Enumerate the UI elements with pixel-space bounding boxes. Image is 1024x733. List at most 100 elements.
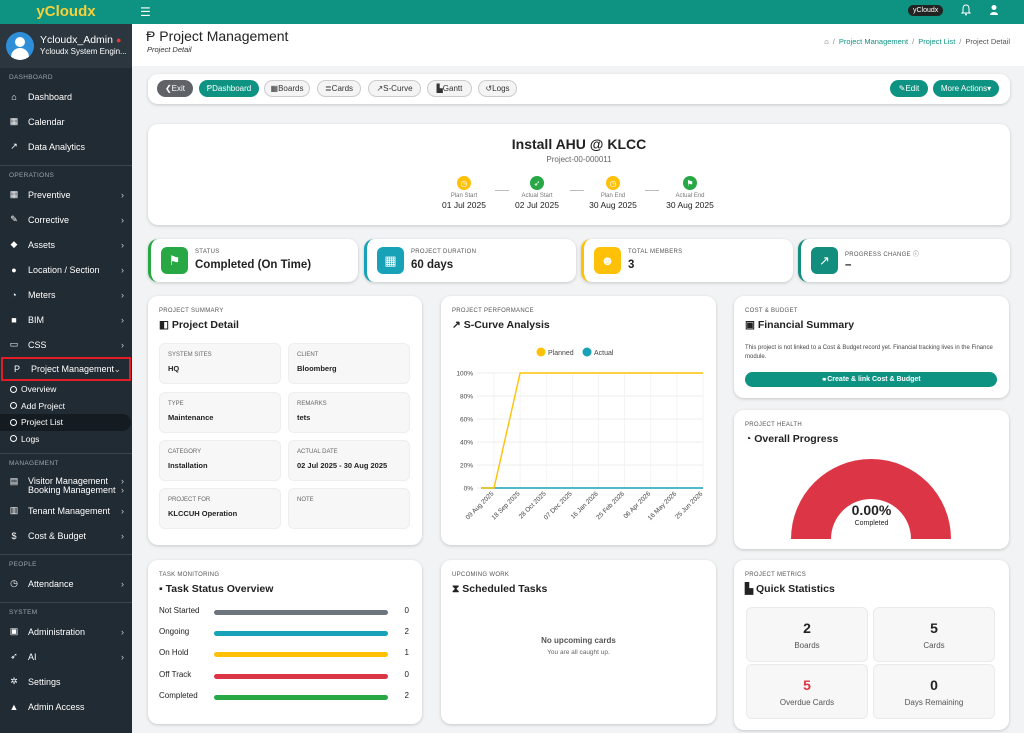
tab-s-curve[interactable]: ↗ S-Curve bbox=[368, 80, 421, 97]
sidebar-item-settings[interactable]: ✲ Settings bbox=[0, 669, 132, 694]
empty-state-subtitle: You are all caught up. bbox=[547, 649, 610, 656]
arrow-left-icon: ❮ bbox=[164, 84, 172, 93]
card-title: Project Detail bbox=[171, 319, 239, 331]
more-actions-button[interactable]: More Actions ▾ bbox=[933, 80, 999, 97]
sidebar-item-project-management[interactable]: P Project Management ⌄ bbox=[1, 357, 131, 381]
sidebar-item-tenant-management[interactable]: ▥ Tenant Management › bbox=[0, 498, 132, 523]
field-label: SYSTEM SITES bbox=[168, 352, 212, 358]
tab-gantt[interactable]: ▙ Gantt bbox=[427, 80, 472, 97]
user-panel[interactable]: Ycloudx_Admin ● Ycloudx System Engin... bbox=[0, 24, 132, 68]
section-dashboard: DASHBOARD bbox=[9, 74, 53, 81]
stat-value: 60 days bbox=[411, 259, 454, 271]
home-icon[interactable]: ⌂ bbox=[824, 37, 829, 46]
sidebar-subitem-project-list[interactable]: Project List bbox=[0, 414, 131, 431]
sidebar-item-corrective[interactable]: ✎ Corrective › bbox=[0, 207, 132, 232]
sidebar-item-admin-access[interactable]: ▲ Admin Access bbox=[0, 694, 132, 719]
sidebar-item-meters[interactable]: ◔ Meters › bbox=[0, 282, 132, 307]
section-management: MANAGEMENT bbox=[9, 460, 59, 467]
stat-members: ☻ TOTAL MEMBERS 3 bbox=[581, 239, 793, 282]
sidebar-item-ai[interactable]: ➶ AI › bbox=[0, 644, 132, 669]
cost-budget-card: COST & BUDGET ▣ Financial Summary This p… bbox=[734, 296, 1009, 398]
card-heading: ▪ Task Status Overview bbox=[159, 583, 273, 595]
sidebar-item-attendance[interactable]: ◷ Attendance › bbox=[0, 571, 132, 596]
breadcrumb-project-list[interactable]: Project List bbox=[918, 37, 955, 46]
timeline-plan-end: ◷ Plan End 30 Aug 2025 bbox=[578, 176, 648, 210]
sidebar-item-assets[interactable]: ◆ Assets › bbox=[0, 232, 132, 257]
sidebar-item-preventive[interactable]: ▦ Preventive › bbox=[0, 182, 132, 207]
bell-icon[interactable] bbox=[961, 4, 971, 16]
project-hero: Install AHU @ KLCC Project-00-000011 ◷ Pl… bbox=[148, 124, 1010, 225]
card-title: Quick Statistics bbox=[756, 583, 835, 595]
avatar bbox=[6, 32, 34, 60]
money-icon: ▣ bbox=[745, 319, 758, 331]
project-health-card: PROJECT HEALTH ◔ Overall Progress 0.00% … bbox=[734, 410, 1009, 549]
chevron-right-icon: › bbox=[121, 239, 124, 250]
performance-card: PROJECT PERFORMANCE ↗ S-Curve Analysis P… bbox=[441, 296, 716, 545]
sidebar-subitem-add-project[interactable]: Add Project bbox=[0, 398, 132, 415]
sidebar-item-data-analytics[interactable]: ↗ Data Analytics bbox=[0, 134, 132, 159]
project-summary-card: PROJECT SUMMARY ◧ Project Detail SYSTEM … bbox=[148, 296, 422, 545]
stat-value: – bbox=[845, 259, 852, 271]
card-heading: ▣ Financial Summary bbox=[745, 319, 854, 331]
metric-label: Days Remaining bbox=[904, 698, 964, 707]
edit-button[interactable]: ✎ Edit bbox=[890, 80, 928, 97]
sidebar-item-administration[interactable]: ▣ Administration › bbox=[0, 619, 132, 644]
breadcrumb-current: Project Detail bbox=[965, 37, 1010, 46]
gear-icon: ✲ bbox=[10, 676, 18, 686]
chevron-down-icon: ⌄ bbox=[113, 363, 121, 374]
card-kicker: PROJECT METRICS bbox=[745, 572, 807, 578]
grid-icon: ▦ bbox=[270, 84, 279, 93]
rocket-icon: ➶ bbox=[530, 176, 544, 190]
timeline-label: Actual End bbox=[675, 193, 705, 199]
user-icon[interactable] bbox=[989, 4, 999, 16]
tab-boards[interactable]: ▦ Boards bbox=[264, 80, 310, 97]
tab-dashboard[interactable]: Ᵽ Dashboard bbox=[199, 80, 259, 97]
metric-label: Cards bbox=[923, 641, 945, 650]
chevron-right-icon: › bbox=[121, 578, 124, 589]
breadcrumb-project-management[interactable]: Project Management bbox=[839, 37, 908, 46]
series-line-planned bbox=[481, 372, 703, 489]
field-remarks: REMARKS tets bbox=[288, 392, 410, 433]
metric-label: Boards bbox=[794, 641, 820, 650]
wrench-icon: ✎ bbox=[10, 214, 18, 224]
task-row-off-track: Off Track 0 bbox=[159, 670, 409, 684]
sidebar-item-bim[interactable]: ■ BIM › bbox=[0, 307, 132, 332]
menu-icon[interactable]: ☰ bbox=[140, 5, 151, 19]
sidebar-subitem-logs[interactable]: Logs bbox=[0, 431, 132, 448]
tenant-badge[interactable]: yCloudx bbox=[908, 5, 944, 16]
progress-gauge bbox=[791, 459, 951, 539]
sidebar-item-calendar[interactable]: ▦ Calendar bbox=[0, 109, 132, 134]
sidebar-item-dashboard[interactable]: ⌂ Dashboard bbox=[0, 84, 132, 109]
tab-logs[interactable]: ↺ Logs bbox=[478, 80, 517, 97]
card-title: Financial Summary bbox=[757, 319, 855, 331]
field-label: CLIENT bbox=[297, 352, 319, 358]
section-operations: OPERATIONS bbox=[9, 172, 55, 179]
chevron-right-icon: › bbox=[121, 626, 124, 637]
sidebar-item-cost-budget[interactable]: $ Cost & Budget › bbox=[0, 523, 132, 548]
task-monitoring-card: TASK MONITORING ▪ Task Status Overview N… bbox=[148, 560, 422, 724]
card-kicker: UPCOMING WORK bbox=[452, 572, 510, 578]
calendar-icon: ▦ bbox=[9, 189, 19, 199]
sidebar-item-label: Preventive bbox=[28, 189, 71, 200]
field-value: HQ bbox=[168, 364, 180, 373]
metric-days-remaining: 0 Days Remaining bbox=[873, 664, 995, 719]
tab-label: Dashboard bbox=[212, 84, 252, 93]
chart-area-icon: ▙ bbox=[745, 583, 756, 595]
sidebar-subitem-overview[interactable]: Overview bbox=[0, 381, 132, 398]
create-link-cost-button[interactable]: ⚭ Create & link Cost & Budget bbox=[745, 372, 997, 387]
sidebar-item-booking-management[interactable]: Booking Management › bbox=[0, 485, 132, 495]
user-name-row: Ycloudx_Admin ● bbox=[40, 34, 121, 46]
sidebar-item-location[interactable]: ● Location / Section › bbox=[0, 257, 132, 282]
info-icon[interactable]: ⓘ bbox=[913, 252, 919, 258]
brand-logo[interactable]: yCloudx bbox=[0, 0, 132, 24]
edit-icon: ✎ bbox=[898, 84, 906, 93]
sidebar-item-label: Data Analytics bbox=[28, 141, 86, 152]
flag-icon: ⚑ bbox=[161, 247, 188, 274]
legend-swatch bbox=[536, 347, 546, 357]
gauge-label: Completed bbox=[854, 520, 889, 527]
tab-cards[interactable]: ≣ Cards bbox=[317, 80, 361, 97]
stat-progress-change: ↗ PROGRESS CHANGE ⓘ – bbox=[798, 239, 1010, 282]
clock-icon: ◷ bbox=[457, 176, 471, 190]
exit-button[interactable]: ❮ Exit bbox=[157, 80, 193, 97]
sidebar-item-css[interactable]: ▭ CSS › bbox=[0, 332, 132, 357]
